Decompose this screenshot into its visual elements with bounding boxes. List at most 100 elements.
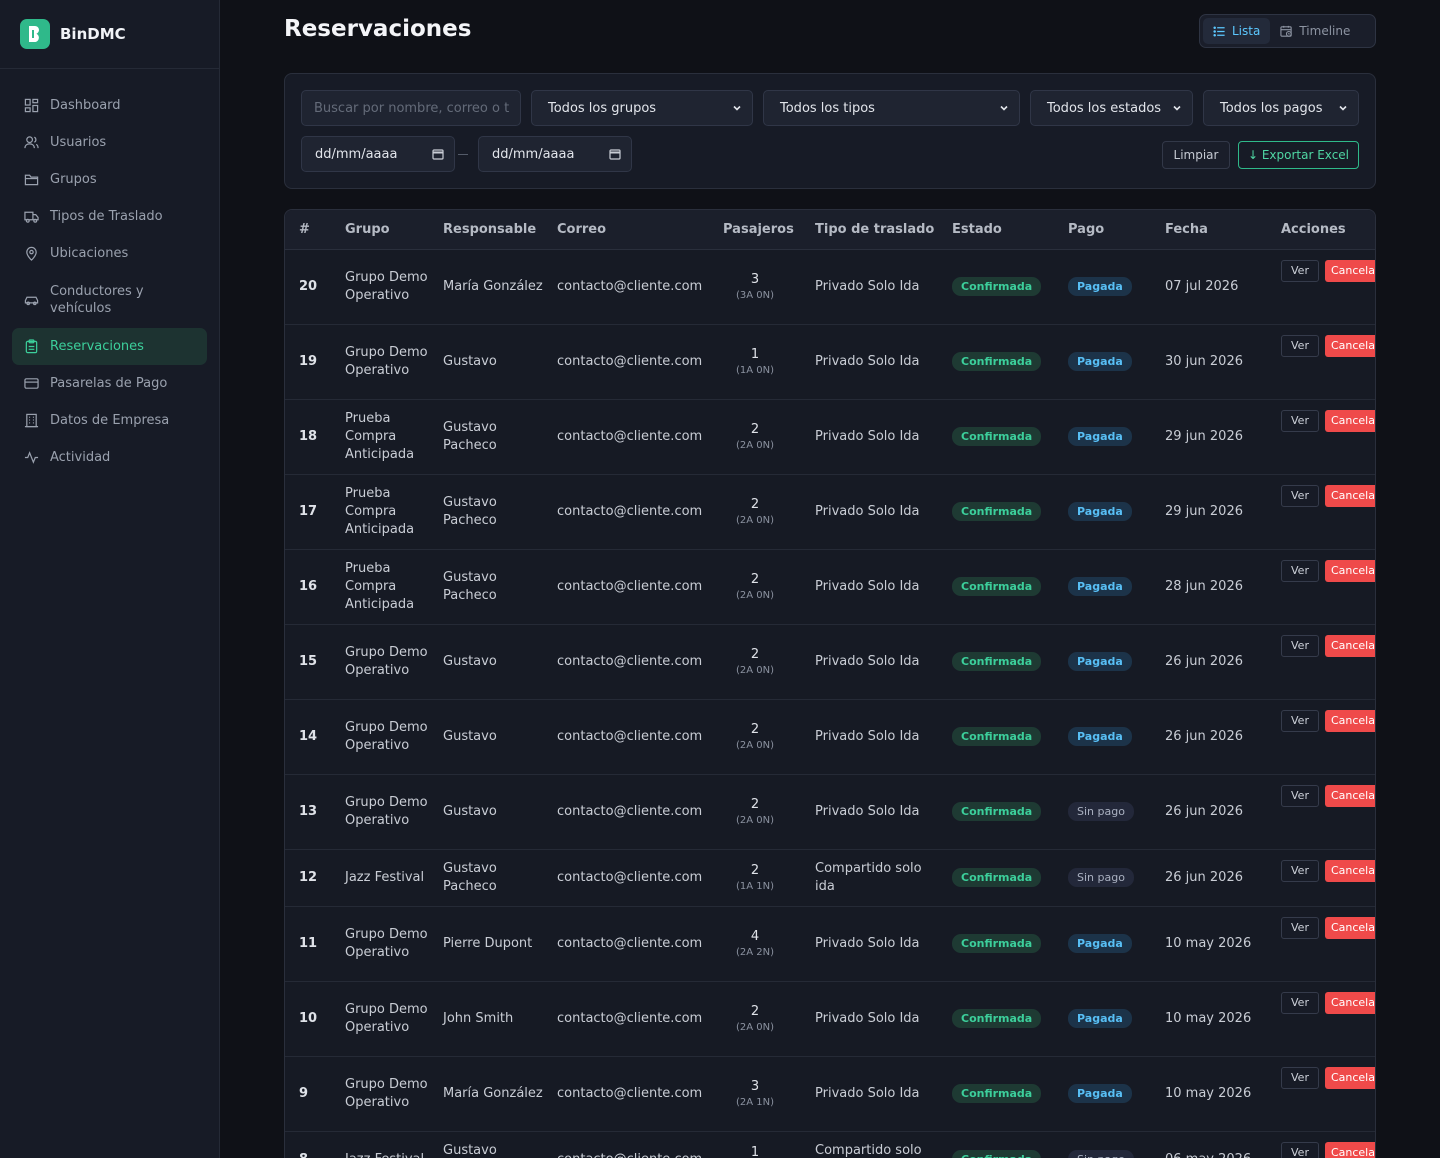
status-cell: Confirmada xyxy=(938,981,1054,1057)
brand[interactable]: BinDMC xyxy=(0,0,219,69)
reservation-id: 13 xyxy=(285,774,331,850)
status-filter-select[interactable]: Todos los estados xyxy=(1030,90,1193,126)
table-row[interactable]: 18 Prueba Compra Anticipada Gustavo Pachec… xyxy=(285,399,1375,475)
cancel-button[interactable]: Cancelar xyxy=(1324,259,1375,282)
view-button[interactable]: Ver xyxy=(1281,409,1319,432)
group-cell: Grupo Demo Operativo xyxy=(331,699,429,775)
sidebar-item-reservaciones[interactable]: Reservaciones xyxy=(12,328,207,365)
dashboard-icon xyxy=(24,98,39,113)
cancel-button[interactable]: Cancelar xyxy=(1324,334,1375,357)
sidebar-item-tipos-traslado[interactable]: Tipos de Traslado xyxy=(12,198,207,235)
view-button[interactable]: Ver xyxy=(1281,1141,1319,1158)
view-button[interactable]: Ver xyxy=(1281,484,1319,507)
chevron-down-icon xyxy=(1339,105,1347,111)
sidebar-item-pasarelas[interactable]: Pasarelas de Pago xyxy=(12,365,207,402)
sidebar-item-grupos[interactable]: Grupos xyxy=(12,161,207,198)
payment-badge: Pagada xyxy=(1068,577,1132,596)
cancel-button[interactable]: Cancelar xyxy=(1324,1066,1375,1089)
date-to-input[interactable]: dd/mm/aaaa xyxy=(478,136,632,172)
email-cell: contacto@cliente.com xyxy=(543,624,709,700)
payment-cell: Sin pago xyxy=(1054,1131,1151,1158)
table-row[interactable]: 11 Grupo Demo Operativo Pierre Dupont conta… xyxy=(285,906,1375,982)
table-row[interactable]: 13 Grupo Demo Operativo Gustavo contacto@cl… xyxy=(285,774,1375,850)
cancel-button[interactable]: Cancelar xyxy=(1324,634,1375,657)
table-row[interactable]: 17 Prueba Compra Anticipada Gustavo Pachec… xyxy=(285,474,1375,550)
transfer-type-cell: Compartido solo ida xyxy=(801,1131,938,1158)
cancel-button[interactable]: Cancelar xyxy=(1324,709,1375,732)
table-row[interactable]: 14 Grupo Demo Operativo Gustavo contacto@cl… xyxy=(285,699,1375,775)
table-row[interactable]: 9 Grupo Demo Operativo María González conta… xyxy=(285,1056,1375,1132)
cancel-button[interactable]: Cancelar xyxy=(1324,1141,1375,1158)
cancel-button[interactable]: Cancelar xyxy=(1324,484,1375,507)
view-button[interactable]: Ver xyxy=(1281,859,1319,882)
sidebar: BinDMC Dashboard Usuarios Grupos Tipos d… xyxy=(0,0,220,1158)
payment-cell: Pagada xyxy=(1054,624,1151,700)
search-input[interactable]: Buscar por nombre, correo o t xyxy=(301,90,521,126)
passenger-count: 4 xyxy=(750,928,760,944)
column-header: Estado xyxy=(938,210,1054,250)
owner-cell: Pierre Dupont xyxy=(429,906,543,982)
filters-panel: Buscar por nombre, correo o t Todos los … xyxy=(284,73,1376,189)
status-cell: Confirmada xyxy=(938,1056,1054,1132)
view-button[interactable]: Ver xyxy=(1281,916,1319,939)
cancel-button[interactable]: Cancelar xyxy=(1324,859,1375,882)
owner-cell: María González xyxy=(429,249,543,325)
group-cell: Grupo Demo Operativo xyxy=(331,981,429,1057)
view-button[interactable]: Ver xyxy=(1281,784,1319,807)
date-from-value: dd/mm/aaaa xyxy=(315,146,398,162)
table-row[interactable]: 20 Grupo Demo Operativo María González cont… xyxy=(285,249,1375,325)
column-header: Grupo xyxy=(331,210,429,250)
status-badge: Confirmada xyxy=(952,577,1042,596)
sidebar-item-conductores[interactable]: Conductores y vehículos xyxy=(12,272,207,328)
activity-icon xyxy=(24,450,39,465)
group-cell: Jazz Festival xyxy=(331,849,429,907)
view-button[interactable]: Ver xyxy=(1281,259,1319,282)
cancel-button[interactable]: Cancelar xyxy=(1324,559,1375,582)
sidebar-item-ubicaciones[interactable]: Ubicaciones xyxy=(12,235,207,272)
table-row[interactable]: 16 Prueba Compra Anticipada Gustavo Pachec… xyxy=(285,549,1375,625)
view-button[interactable]: Ver xyxy=(1281,991,1319,1014)
sidebar-item-usuarios[interactable]: Usuarios xyxy=(12,124,207,161)
payment-filter-select[interactable]: Todos los pagos xyxy=(1203,90,1359,126)
cancel-button[interactable]: Cancelar xyxy=(1324,991,1375,1014)
cancel-button[interactable]: Cancelar xyxy=(1324,916,1375,939)
table-row[interactable]: 12 Jazz Festival Gustavo Pacheco contacto@c… xyxy=(285,849,1375,907)
passenger-count: 2 xyxy=(750,571,760,587)
view-list-button[interactable]: Lista xyxy=(1203,18,1271,44)
table-row[interactable]: 15 Grupo Demo Operativo Gustavo contacto@cl… xyxy=(285,624,1375,700)
table-row[interactable]: 10 Grupo Demo Operativo John Smith contacto… xyxy=(285,981,1375,1057)
view-button[interactable]: Ver xyxy=(1281,334,1319,357)
passenger-breakdown: (2A 0N) xyxy=(735,1021,775,1033)
sidebar-item-empresa[interactable]: Datos de Empresa xyxy=(12,402,207,439)
cancel-button[interactable]: Cancelar xyxy=(1324,409,1375,432)
cancel-button[interactable]: Cancelar xyxy=(1324,784,1375,807)
email-cell: contacto@cliente.com xyxy=(543,549,709,625)
group-cell: Grupo Demo Operativo xyxy=(331,249,429,325)
view-button[interactable]: Ver xyxy=(1281,1066,1319,1089)
status-cell: Confirmada xyxy=(938,774,1054,850)
sidebar-item-actividad[interactable]: Actividad xyxy=(12,439,207,476)
chevron-down-icon xyxy=(733,105,741,111)
view-button[interactable]: Ver xyxy=(1281,634,1319,657)
status-badge: Confirmada xyxy=(952,868,1042,887)
passengers-cell: 4 (2A 2N) xyxy=(709,906,801,982)
date-cell: 26 jun 2026 xyxy=(1151,849,1267,907)
table-row[interactable]: 8Jazz FestivalGustavo Pachecocontacto@cl… xyxy=(285,1131,1375,1158)
calendar-icon xyxy=(432,149,444,160)
passenger-breakdown: (2A 0N) xyxy=(735,589,775,601)
payment-cell: Pagada xyxy=(1054,474,1151,550)
view-button[interactable]: Ver xyxy=(1281,709,1319,732)
view-timeline-button[interactable]: Timeline xyxy=(1270,18,1360,44)
sidebar-item-dashboard[interactable]: Dashboard xyxy=(12,87,207,124)
view-button[interactable]: Ver xyxy=(1281,559,1319,582)
group-filter-select[interactable]: Todos los grupos xyxy=(531,90,753,126)
column-header: Acciones xyxy=(1267,210,1375,250)
passenger-count: 2 xyxy=(750,796,760,812)
table-row[interactable]: 19 Grupo Demo Operativo Gustavo contacto@cl… xyxy=(285,324,1375,400)
export-excel-button[interactable]: ↓ Exportar Excel xyxy=(1238,141,1359,169)
passenger-count: 1 xyxy=(750,346,760,362)
clear-filters-button[interactable]: Limpiar xyxy=(1162,141,1230,169)
group-cell: Grupo Demo Operativo xyxy=(331,774,429,850)
date-from-input[interactable]: dd/mm/aaaa xyxy=(301,136,455,172)
type-filter-select[interactable]: Todos los tipos xyxy=(763,90,1020,126)
